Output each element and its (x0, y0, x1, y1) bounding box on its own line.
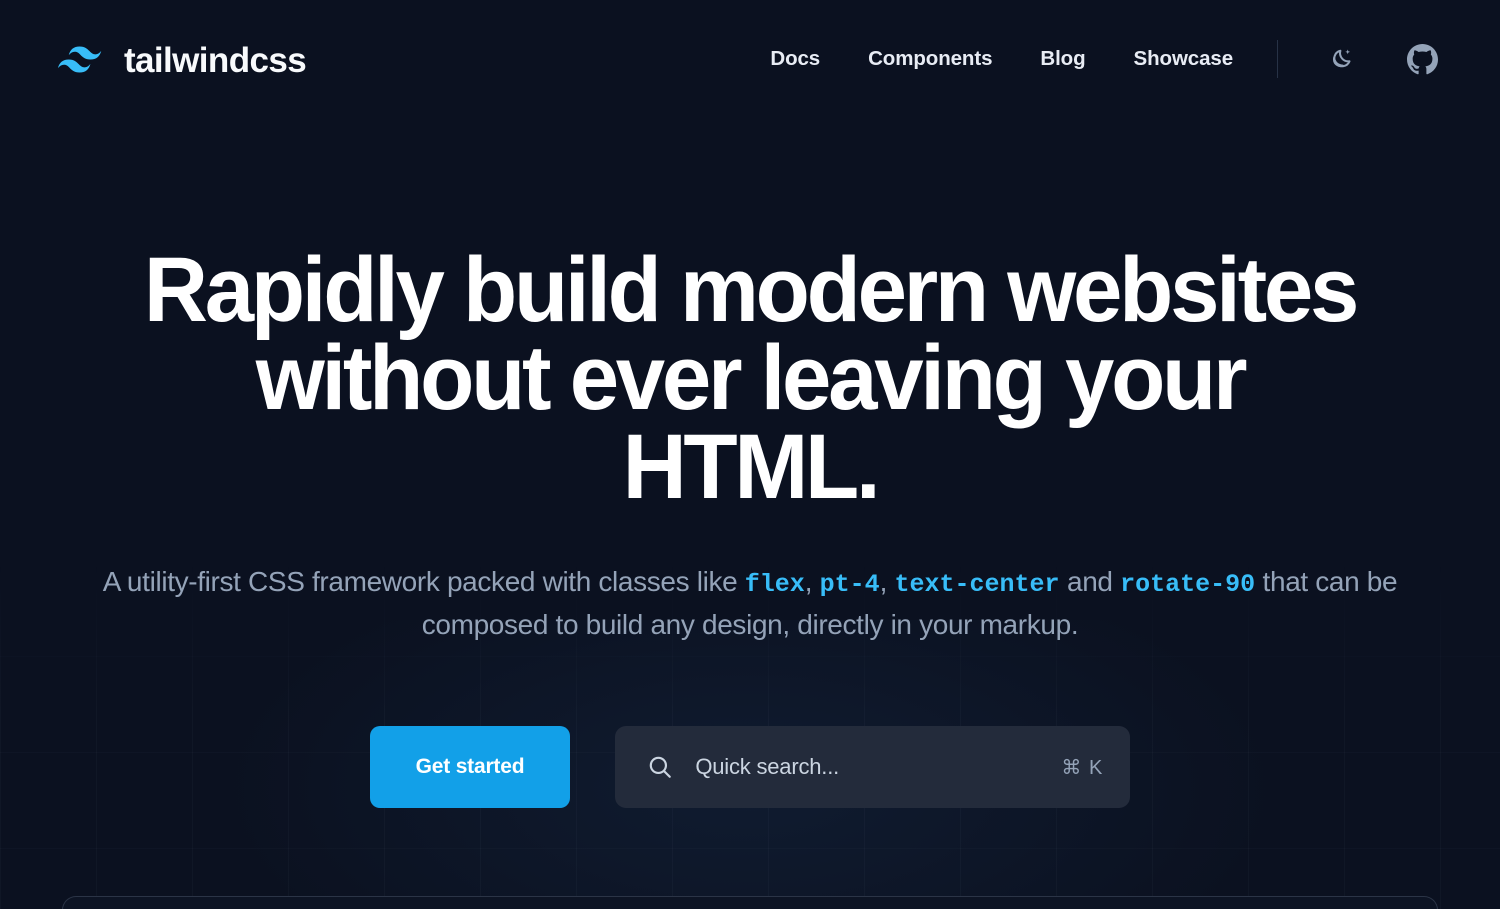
quick-search-placeholder: Quick search... (695, 754, 840, 780)
quick-search-shortcut: ⌘ K (1061, 756, 1104, 779)
code-token-text-center: text-center (894, 569, 1060, 599)
hero-subtitle-text-1: A utility-first CSS framework packed wit… (102, 565, 745, 597)
nav-item-components[interactable]: Components (868, 47, 992, 71)
hero-subtitle-text-4: and (1059, 565, 1121, 597)
hero-actions: Get started Quick search... ⌘ K (60, 726, 1440, 809)
get-started-button[interactable]: Get started (369, 726, 571, 809)
nav-item-blog[interactable]: Blog (1040, 47, 1085, 71)
moon-sparkle-icon (1327, 46, 1354, 73)
hero-section: Rapidly build modern websites without ev… (0, 118, 1500, 809)
hero-title-line-1: Rapidly build modern websites (143, 239, 1359, 341)
header-divider (1277, 40, 1278, 78)
brand-name: tailwindcss (124, 40, 307, 80)
hero-subtitle-text-3: , (879, 565, 895, 597)
tailwind-wave-logo-icon (56, 44, 108, 76)
brand-home-link[interactable]: tailwindcss (56, 40, 307, 80)
hero-title-line-2: without ever leaving your HTML. (255, 327, 1248, 518)
site-header: tailwindcss Docs Components Blog Showcas… (0, 0, 1500, 118)
quick-search-button[interactable]: Quick search... ⌘ K (615, 726, 1131, 809)
bottom-panel (62, 896, 1438, 909)
code-token-flex: flex (744, 569, 805, 599)
nav-item-showcase[interactable]: Showcase (1134, 47, 1234, 71)
main-nav: Docs Components Blog Showcase (770, 47, 1233, 71)
theme-toggle-button[interactable] (1318, 37, 1362, 81)
header-tools (1277, 37, 1444, 81)
hero-subtitle-text-2: , (804, 565, 820, 597)
hero-subtitle: A utility-first CSS framework packed wit… (100, 561, 1400, 647)
search-icon (647, 754, 673, 780)
page-title: Rapidly build modern websites without ev… (137, 244, 1363, 513)
nav-item-docs[interactable]: Docs (770, 47, 820, 71)
github-icon (1406, 43, 1438, 75)
code-token-rotate-90: rotate-90 (1120, 569, 1256, 599)
github-button[interactable] (1400, 37, 1444, 81)
code-token-pt-4: pt-4 (819, 569, 880, 599)
